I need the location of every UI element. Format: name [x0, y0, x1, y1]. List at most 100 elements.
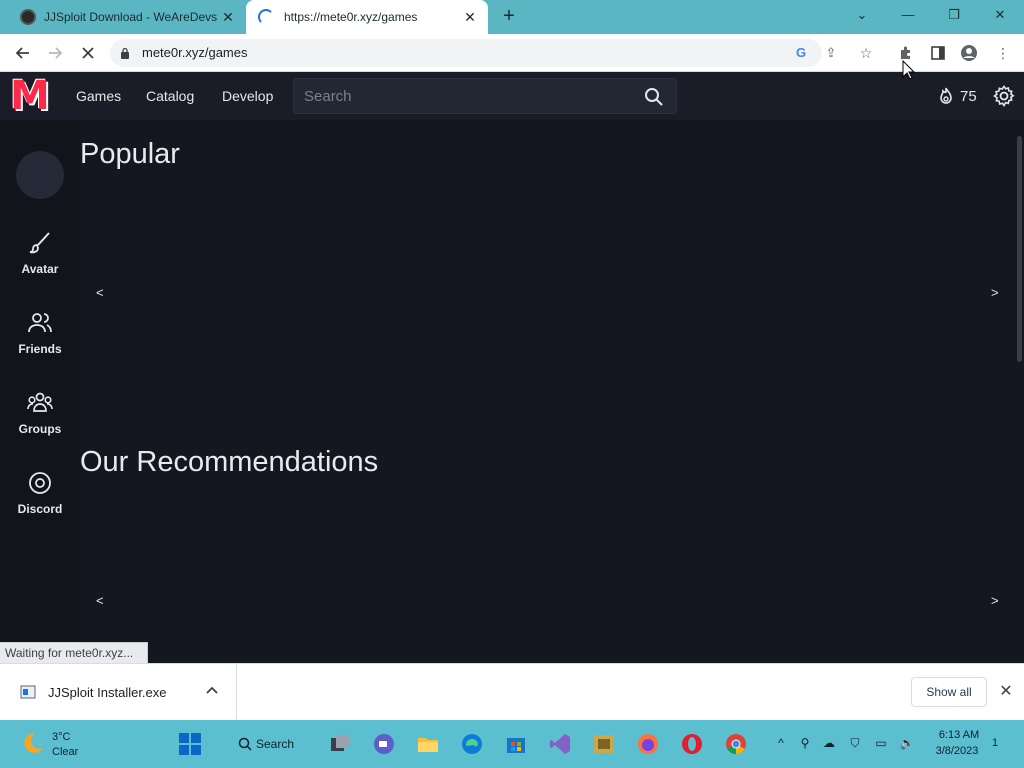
sidebar-item-label: Discord [17, 502, 63, 516]
windows-taskbar: 3°C Clear Search ^ ⚲ ☁ ⛉ ▭ 🔈 6:13 AM 3/8… [0, 720, 1024, 768]
profile-icon[interactable] [958, 42, 980, 64]
side-panel-shape-icon [931, 46, 945, 60]
weather-temperature[interactable]: 3°C [52, 731, 70, 743]
address-bar[interactable]: mete0r.xyz/games G ⇪ [110, 39, 836, 67]
nav-catalog[interactable]: Catalog [146, 88, 194, 104]
tab-close-icon[interactable]: ✕ [218, 9, 238, 26]
points-display[interactable]: 75 [936, 86, 977, 106]
person-icon [961, 45, 977, 61]
search-input[interactable] [304, 85, 624, 107]
site-sidebar: Avatar Friends Groups Discord [0, 120, 80, 663]
teams-chat-icon[interactable] [372, 732, 396, 756]
download-file-name: JJSploit Installer.exe [48, 685, 167, 700]
page-scrollbar[interactable] [1014, 120, 1024, 663]
status-bubble: Waiting for mete0r.xyz... [0, 642, 149, 663]
browser-tabstrip: JJSploit Download - WeAreDevs ✕ https://… [0, 0, 1024, 34]
windows-start-icon[interactable] [178, 732, 202, 756]
tray-onedrive-icon[interactable]: ☁ [820, 734, 838, 752]
taskbar-search-button[interactable]: Search [230, 730, 310, 758]
friends-icon [28, 313, 52, 333]
sidebar-item-label: Groups [18, 422, 62, 436]
recommendations-next-arrow[interactable]: > [991, 593, 999, 608]
main-content: Popular < > Our Recommendations < > [80, 120, 1014, 663]
tab-title: JJSploit Download - WeAreDevs [44, 10, 218, 24]
google-lens-icon[interactable]: G [792, 44, 810, 62]
discord-icon [29, 472, 51, 494]
side-panel-icon[interactable] [927, 42, 949, 64]
nav-games[interactable]: Games [76, 88, 121, 104]
notification-count[interactable]: 1 [992, 737, 998, 749]
meteor-logo[interactable]: M [10, 76, 54, 116]
forward-button[interactable] [44, 41, 68, 65]
section-title-recommendations: Our Recommendations [80, 446, 379, 478]
microsoft-store-icon[interactable] [504, 732, 528, 756]
points-count: 75 [960, 87, 977, 105]
tray-security-icon[interactable]: ⛉ [846, 734, 864, 752]
share-icon[interactable]: ⇪ [822, 44, 840, 62]
url-text[interactable]: mete0r.xyz/games [142, 45, 248, 60]
weather-moon-icon[interactable] [20, 730, 46, 756]
brush-icon [29, 232, 50, 254]
visual-studio-icon[interactable] [548, 732, 572, 756]
close-window-button[interactable]: ✕ [980, 4, 1020, 28]
opera-icon[interactable] [680, 732, 704, 756]
back-arrow-icon [15, 47, 29, 59]
tray-overflow-icon[interactable]: ^ [772, 734, 790, 752]
gear-icon[interactable] [992, 84, 1016, 108]
chrome-menu-icon[interactable]: ⋮ [992, 42, 1014, 64]
sidebar-item-friends[interactable]: Friends [0, 310, 80, 372]
firefox-icon[interactable] [636, 732, 660, 756]
search-icon [238, 737, 252, 751]
close-shelf-icon[interactable]: ✕ [996, 682, 1016, 702]
stop-button[interactable] [76, 41, 100, 65]
restore-button[interactable]: ❐ [934, 4, 974, 28]
recommendations-prev-arrow[interactable]: < [96, 593, 104, 608]
chrome-icon[interactable] [724, 732, 748, 756]
tab-title: https://mete0r.xyz/games [284, 10, 418, 24]
weather-condition[interactable]: Clear [52, 746, 78, 758]
loading-spinner-icon [258, 9, 274, 25]
bookmark-star-icon[interactable]: ☆ [855, 42, 877, 64]
tray-volume-icon[interactable]: 🔈 [898, 734, 916, 752]
scrollbar-thumb[interactable] [1017, 136, 1022, 362]
show-all-button[interactable]: Show all [911, 677, 987, 707]
mouse-cursor-icon [902, 60, 916, 80]
tray-network-icon[interactable]: ▭ [872, 734, 890, 752]
popular-next-arrow[interactable]: > [991, 285, 999, 300]
groups-icon [27, 392, 53, 412]
tab-close-icon[interactable]: ✕ [460, 9, 480, 26]
task-view-icon[interactable] [328, 732, 352, 756]
installer-file-icon [20, 685, 36, 699]
puzzle-icon [901, 46, 910, 59]
avatar[interactable] [16, 151, 64, 199]
clock-date[interactable]: 3/8/2023 [930, 745, 984, 757]
file-explorer-icon[interactable] [416, 732, 440, 756]
nav-develop[interactable]: Develop [222, 88, 273, 104]
site-header: M Games Catalog Develop 75 [0, 72, 1024, 120]
sidebar-item-groups[interactable]: Groups [0, 390, 80, 452]
forward-arrow-icon [49, 47, 63, 59]
taskbar-search-label: Search [256, 737, 295, 751]
search-icon[interactable] [644, 87, 664, 107]
browser-toolbar: mete0r.xyz/games G ⇪ ☆ ⋮ [0, 34, 1024, 72]
clock-time[interactable]: 6:13 AM [934, 729, 984, 741]
minimize-button[interactable]: — [888, 4, 928, 28]
section-title-popular: Popular [80, 138, 180, 170]
app-icon-gold[interactable] [592, 732, 616, 756]
sidebar-item-label: Friends [18, 342, 62, 356]
download-item[interactable]: JJSploit Installer.exe [0, 664, 237, 721]
edge-browser-icon[interactable] [460, 732, 484, 756]
sidebar-item-discord[interactable]: Discord [0, 470, 80, 532]
chevron-up-icon[interactable] [204, 683, 220, 699]
tab-search-button[interactable]: ⌄ [842, 4, 882, 28]
wearedevs-favicon-icon [20, 9, 36, 25]
new-tab-button[interactable]: + [498, 6, 520, 28]
tab-meteor-games[interactable]: https://mete0r.xyz/games ✕ [246, 0, 488, 34]
tray-search-icon[interactable]: ⚲ [796, 734, 814, 752]
points-icon [940, 87, 952, 104]
tab-jjsploit[interactable]: JJSploit Download - WeAreDevs ✕ [8, 0, 246, 34]
popular-prev-arrow[interactable]: < [96, 285, 104, 300]
back-button[interactable] [10, 41, 34, 65]
lock-icon[interactable] [120, 47, 130, 59]
sidebar-item-avatar[interactable]: Avatar [0, 230, 80, 292]
